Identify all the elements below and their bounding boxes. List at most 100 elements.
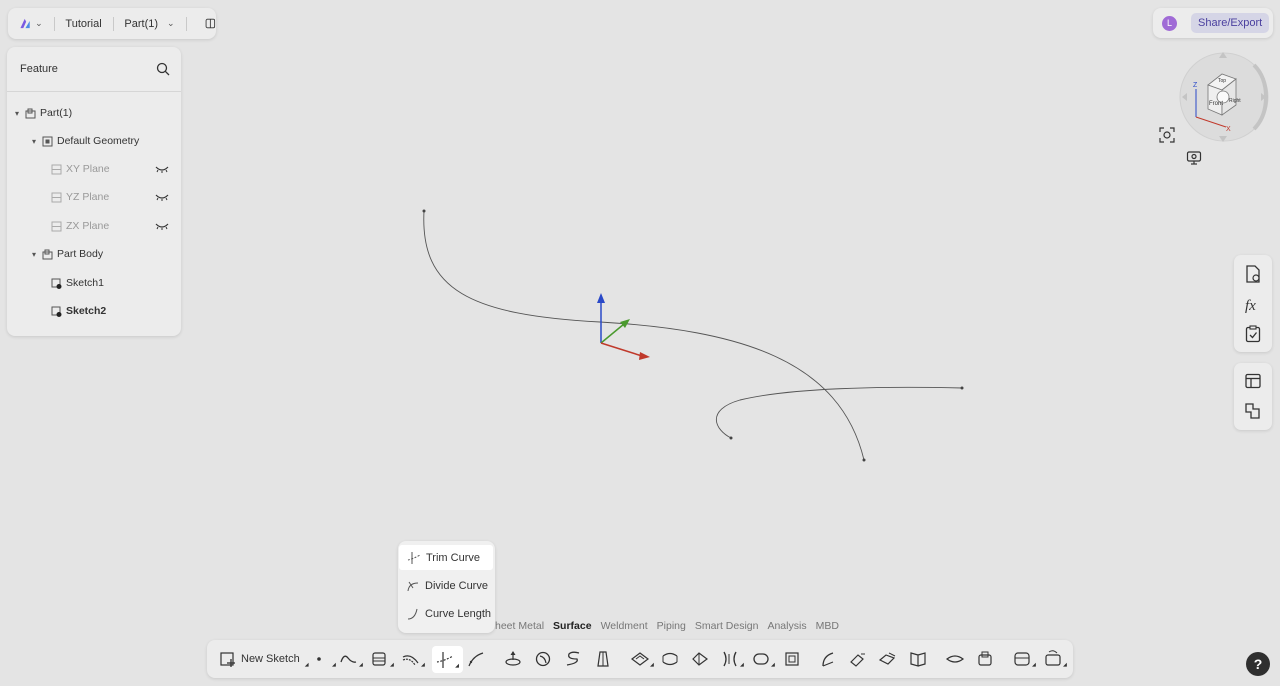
hidden-eye-icon[interactable] xyxy=(155,221,169,231)
menu-item-label: Divide Curve xyxy=(425,579,488,592)
replace-face-button[interactable]: ◢ xyxy=(1044,648,1067,670)
extend-curve-tool-button[interactable] xyxy=(467,648,485,670)
search-icon[interactable] xyxy=(156,62,170,76)
ribbon-tabs: Sheet Metal Surface Weldment Piping Smar… xyxy=(488,620,848,632)
panel-toggle-icon[interactable] xyxy=(205,16,216,31)
offset-surface-button[interactable] xyxy=(691,648,709,670)
fit-view-icon[interactable] xyxy=(1159,127,1175,143)
thicken-surface-button[interactable]: ◢ xyxy=(721,648,744,670)
revolve-surface-icon xyxy=(535,651,551,667)
extrude-surface-icon xyxy=(505,651,521,666)
divider xyxy=(53,16,55,31)
patch-surface-button[interactable]: ◢ xyxy=(1013,648,1036,670)
divide-curve-icon xyxy=(407,581,419,591)
part-selector[interactable]: Part(1) ⌄ xyxy=(124,18,174,30)
ruled-surface-button[interactable]: ◢ xyxy=(752,648,775,670)
model-viewport[interactable] xyxy=(0,0,1280,686)
revolve-surface-button[interactable] xyxy=(534,648,552,670)
body-icon xyxy=(42,249,53,259)
point-tool-button[interactable]: ◢ xyxy=(313,648,336,670)
tab-piping[interactable]: Piping xyxy=(657,620,686,632)
document-settings-icon[interactable] xyxy=(1244,265,1262,283)
offset-curve-tool-button[interactable]: ◢ xyxy=(402,648,425,670)
right-toolbar-bottom xyxy=(1234,363,1272,430)
divider xyxy=(112,16,114,31)
tab-surface[interactable]: Surface xyxy=(553,620,592,632)
ruled-surface-icon xyxy=(753,653,769,665)
help-button[interactable]: ? xyxy=(1246,652,1270,676)
extend-surface-button[interactable] xyxy=(849,648,867,670)
view-cube-axis-z: Z xyxy=(1193,82,1198,89)
bottom-toolbar: New Sketch ◢ ◢ ◢ ◢ ◢ ◢ ◢ ◢ ◢ ◢ ◢ xyxy=(207,640,1073,678)
surface-curve-tool-button[interactable]: ◢ xyxy=(371,648,394,670)
tree-item-part-body[interactable]: ▾ Part Body xyxy=(32,246,103,262)
trim-surface-button[interactable] xyxy=(819,648,837,670)
display-settings-icon[interactable] xyxy=(1186,150,1202,166)
boundary-surface-icon xyxy=(662,652,678,666)
chevron-down-icon[interactable]: ▾ xyxy=(32,137,42,146)
tab-analysis[interactable]: Analysis xyxy=(767,620,806,632)
split-surface-button[interactable] xyxy=(909,648,927,670)
function-icon[interactable]: fx xyxy=(1244,295,1262,313)
tree-item-default-geometry[interactable]: ▾ Default Geometry xyxy=(32,133,139,149)
tree-item-zx-plane[interactable]: ZX Plane xyxy=(51,218,109,234)
delete-face-button[interactable] xyxy=(976,648,994,670)
surface-curve-icon xyxy=(372,652,386,666)
view-cube-front-label[interactable]: Front xyxy=(1209,101,1223,107)
chevron-down-icon[interactable]: ⌄ xyxy=(35,18,43,29)
tab-weldment[interactable]: Weldment xyxy=(601,620,648,632)
replace-face-icon xyxy=(1045,650,1061,666)
sweep-surface-icon xyxy=(566,651,580,666)
app-logo-icon[interactable] xyxy=(19,15,31,32)
tree-item-label: Part(1) xyxy=(40,107,73,119)
knit-surface-button[interactable] xyxy=(946,648,964,670)
share-bar: L Share/Export xyxy=(1153,8,1273,38)
tree-item-sketch2[interactable]: Sketch2 xyxy=(51,303,106,319)
hidden-eye-icon[interactable] xyxy=(155,164,169,174)
fill-surface-icon xyxy=(631,652,649,666)
menu-item-divide-curve[interactable]: Divide Curve xyxy=(398,573,495,598)
tree-item-xy-plane[interactable]: XY Plane xyxy=(51,161,110,177)
fill-surface-button[interactable]: ◢ xyxy=(631,648,654,670)
tree-item-sketch1[interactable]: Sketch1 xyxy=(51,275,104,291)
new-sketch-label: New Sketch xyxy=(241,653,300,665)
table-icon[interactable] xyxy=(1244,372,1262,390)
trim-curve-tool-button[interactable]: ◢ xyxy=(432,646,463,673)
share-export-button[interactable]: Share/Export xyxy=(1191,13,1270,33)
menu-item-trim-curve[interactable]: Trim Curve xyxy=(399,545,493,570)
patch-surface-icon xyxy=(1014,652,1030,666)
new-sketch-button[interactable]: New Sketch ◢ xyxy=(219,648,309,670)
hidden-eye-icon[interactable] xyxy=(155,192,169,202)
menu-item-curve-length[interactable]: Curve Length xyxy=(398,601,495,626)
spline-tool-button[interactable]: ◢ xyxy=(340,648,363,670)
tree-item-label: Sketch2 xyxy=(66,305,107,317)
avatar[interactable]: L xyxy=(1162,15,1177,31)
view-cube-right-label[interactable]: Right xyxy=(1229,98,1241,104)
checklist-icon[interactable] xyxy=(1244,325,1262,343)
view-cube-top-label[interactable]: Top xyxy=(1218,78,1226,84)
view-cube-axis-x: X xyxy=(1226,126,1231,133)
geometry-icon xyxy=(42,136,53,146)
sketch-icon xyxy=(51,306,62,317)
loft-surface-button[interactable] xyxy=(594,648,612,670)
tab-mbd[interactable]: MBD xyxy=(816,620,839,632)
untrim-surface-button[interactable] xyxy=(879,648,897,670)
tree-item-label: Default Geometry xyxy=(57,135,140,147)
extrude-surface-button[interactable] xyxy=(504,648,522,670)
view-cube[interactable]: Top Front Right Z X xyxy=(1174,47,1272,147)
sweep-surface-button[interactable] xyxy=(564,648,582,670)
menu-item-label: Curve Length xyxy=(425,607,492,620)
chevron-down-icon[interactable]: ▾ xyxy=(32,250,42,259)
tree-item-part[interactable]: ▾ Part(1) xyxy=(15,105,72,121)
tree-item-yz-plane[interactable]: YZ Plane xyxy=(51,189,109,205)
tab-smart-design[interactable]: Smart Design xyxy=(695,620,759,632)
origin-triad xyxy=(597,293,650,360)
document-name[interactable]: Tutorial xyxy=(65,18,101,30)
mid-surface-button[interactable] xyxy=(783,648,801,670)
tab-sheet-metal[interactable]: Sheet Metal xyxy=(488,620,544,632)
boundary-surface-button[interactable] xyxy=(661,648,679,670)
trim-curve-icon xyxy=(407,551,421,564)
assembly-icon[interactable] xyxy=(1244,402,1262,420)
chevron-down-icon[interactable]: ▾ xyxy=(15,109,25,118)
svg-text:fx: fx xyxy=(1245,298,1256,313)
